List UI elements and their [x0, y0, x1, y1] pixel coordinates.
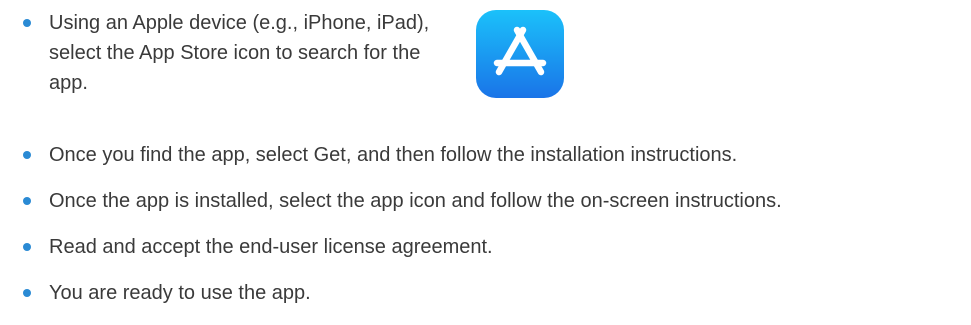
- list-item-text: You are ready to use the app.: [49, 282, 311, 304]
- bullet-dot: [23, 289, 31, 297]
- app-store-icon: [476, 10, 564, 98]
- bullet-dot: [23, 197, 31, 205]
- list-item-text: Read and accept the end-user license agr…: [49, 236, 493, 258]
- list-item-text: Once you find the app, select Get, and t…: [49, 144, 738, 166]
- bullet-dot: [23, 151, 31, 159]
- list-item-text: Once the app is installed, select the ap…: [49, 190, 782, 212]
- list-item-text: Using an Apple device (e.g., iPhone, iPa…: [49, 12, 430, 94]
- bullet-dot: [23, 19, 31, 27]
- bullet-dot: [23, 243, 31, 251]
